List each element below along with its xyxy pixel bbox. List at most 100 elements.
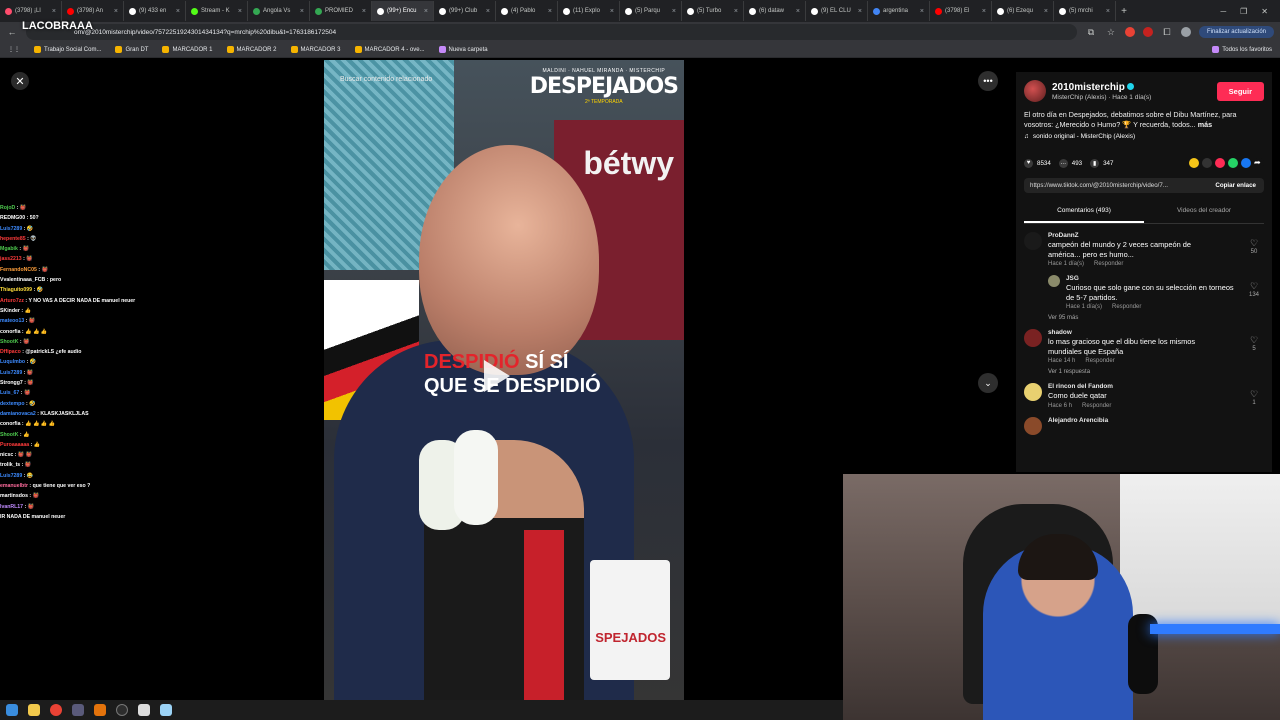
bookmark-item[interactable]: MARCADOR 2 [226, 46, 277, 53]
follow-button[interactable]: Seguir [1216, 81, 1264, 101]
comment-like-button[interactable]: ♡ 5 [1248, 335, 1260, 352]
chat-username[interactable]: FernandoNC05 [0, 267, 37, 273]
chat-username[interactable]: conorfia [0, 421, 20, 427]
tab-close-icon[interactable]: × [362, 8, 366, 15]
chrome-icon[interactable] [50, 704, 62, 716]
obs-icon[interactable] [72, 704, 84, 716]
chat-username[interactable]: ShootK [0, 432, 18, 438]
tab-creator-videos[interactable]: Videos del creador [1144, 201, 1264, 223]
comment-avatar[interactable] [1024, 232, 1042, 250]
comment-username[interactable]: El rincon del Fandom [1048, 383, 1264, 390]
tab-comments[interactable]: Comentarios (493) [1024, 201, 1144, 223]
browser-tab[interactable]: (99+) Club × [434, 1, 496, 21]
copy-link-button[interactable]: Copiar enlace [1207, 182, 1264, 189]
chat-username[interactable]: Vvalentinaaa_FCB [0, 277, 45, 283]
comment-like-button[interactable]: ♡ 134 [1248, 281, 1260, 298]
minimize-icon[interactable]: ─ [1220, 7, 1226, 16]
update-button[interactable]: Finalizar actualización [1198, 26, 1274, 38]
comment-username[interactable]: Alejandro Arencibia [1048, 417, 1264, 424]
comment-avatar[interactable] [1048, 275, 1060, 287]
chat-username[interactable]: Dffipaco [0, 349, 21, 355]
video-link[interactable]: https://www.tiktok.com/@2010misterchip/v… [1024, 182, 1207, 189]
new-tab-button[interactable]: + [1116, 6, 1132, 17]
comment-like-button[interactable]: ♡ 1 [1248, 389, 1260, 406]
browser-tab[interactable]: (3798) ¡Ll × [0, 1, 62, 21]
chat-username[interactable]: damianovaca2 [0, 411, 36, 417]
all-bookmarks-folder[interactable]: Todos los favoritos [1212, 46, 1272, 53]
tab-close-icon[interactable]: × [1106, 8, 1110, 15]
reply-button[interactable]: Responder [1085, 358, 1114, 364]
author-name[interactable]: 2010misterchip [1052, 82, 1151, 93]
comment-avatar[interactable] [1024, 416, 1042, 435]
chat-username[interactable]: Luis7289 [0, 370, 22, 376]
browser-tab[interactable]: (5) mrchi × [1054, 1, 1116, 21]
author-avatar[interactable] [1024, 80, 1046, 102]
back-icon[interactable]: ← [6, 27, 18, 37]
chat-username[interactable]: IvanRL17 [0, 504, 23, 510]
windows-start-icon[interactable] [6, 704, 18, 716]
browser-tab[interactable]: (5) Parqu × [620, 1, 682, 21]
tab-close-icon[interactable]: × [858, 8, 862, 15]
chat-username[interactable]: Strongg7 [0, 380, 23, 386]
bookmark-item[interactable]: MARCADOR 1 [162, 46, 213, 53]
tab-close-icon[interactable]: × [486, 8, 490, 15]
sound-row[interactable]: ♫ sonido original - MisterChip (Alexis) [1024, 133, 1264, 140]
tab-close-icon[interactable]: × [548, 8, 552, 15]
app-icon[interactable] [160, 704, 172, 716]
app-icon[interactable] [116, 704, 128, 716]
app-icon[interactable] [94, 704, 106, 716]
chat-username[interactable]: Mgabik [0, 246, 18, 252]
file-explorer-icon[interactable] [28, 704, 40, 716]
profile-avatar[interactable] [1180, 27, 1191, 37]
tab-close-icon[interactable]: × [982, 8, 986, 15]
next-video-button[interactable]: ⌄ [978, 373, 998, 393]
browser-tab[interactable]: argentina × [868, 1, 930, 21]
chat-username[interactable]: conorfia [0, 329, 20, 335]
view-more-replies[interactable]: Ver 95 más [1048, 315, 1264, 321]
bookmark-item[interactable]: Nueva carpeta [438, 46, 488, 53]
tab-close-icon[interactable]: × [176, 8, 180, 15]
browser-tab[interactable]: (5) Turbo × [682, 1, 744, 21]
bookmark-item[interactable]: MARCADOR 4 - ove... [354, 46, 425, 53]
play-icon[interactable] [484, 360, 510, 392]
comment-username[interactable]: ProDannZ [1048, 232, 1264, 239]
chat-username[interactable]: mateoo13 [0, 318, 24, 324]
browser-tab[interactable]: (4) Pablo × [496, 1, 558, 21]
whatsapp-icon[interactable] [1228, 158, 1238, 168]
apps-icon[interactable]: ⋮⋮ [8, 46, 20, 53]
chat-username[interactable]: ShootK [0, 339, 18, 345]
browser-tab[interactable]: (9) 433 en × [124, 1, 186, 21]
share-arrow-icon[interactable]: ➦ [1254, 158, 1264, 168]
bookmark-item[interactable]: MARCADOR 3 [290, 46, 341, 53]
chat-username[interactable]: emanuelbtr [0, 483, 28, 489]
chat-username[interactable]: REDMG00 [0, 215, 25, 221]
chat-username[interactable]: Luis_67 [0, 390, 19, 396]
share-tiktok-icon[interactable] [1215, 158, 1225, 168]
chat-username[interactable]: Puroaaaaaa [0, 442, 29, 448]
tab-close-icon[interactable]: × [424, 8, 428, 15]
browser-tab[interactable]: Stream - K × [186, 1, 248, 21]
chat-username[interactable]: nicsc [0, 452, 13, 458]
comment-avatar[interactable] [1024, 329, 1042, 347]
browser-tab[interactable]: (3798) An × [62, 1, 124, 21]
related-search-input[interactable]: Buscar contenido relacionado [340, 76, 432, 83]
browser-tab[interactable]: (6) dataw × [744, 1, 806, 21]
reply-button[interactable]: Responder [1094, 261, 1123, 267]
chat-username[interactable]: hepente85 [0, 236, 26, 242]
view-replies[interactable]: Ver 1 respuesta [1048, 369, 1264, 375]
tab-close-icon[interactable]: × [796, 8, 800, 15]
tab-close-icon[interactable]: × [52, 8, 56, 15]
tab-close-icon[interactable]: × [920, 8, 924, 15]
tab-close-icon[interactable]: × [300, 8, 304, 15]
chat-username[interactable]: RojoD [0, 205, 15, 211]
extensions-puzzle-icon[interactable]: ⧠ [1161, 27, 1173, 38]
browser-tab[interactable]: (9) EL CLU × [806, 1, 868, 21]
comment-stat[interactable]: … 493 [1058, 158, 1082, 168]
comment-username[interactable]: JSG [1066, 275, 1264, 282]
chat-username[interactable]: Luis7289 [0, 226, 22, 232]
maximize-icon[interactable]: ❐ [1240, 7, 1247, 16]
embed-icon[interactable] [1202, 158, 1212, 168]
close-window-icon[interactable]: ✕ [1261, 7, 1268, 16]
bookmark-item[interactable]: Trabajo Social Com... [34, 46, 101, 53]
chat-username[interactable]: dextempo [0, 401, 25, 407]
